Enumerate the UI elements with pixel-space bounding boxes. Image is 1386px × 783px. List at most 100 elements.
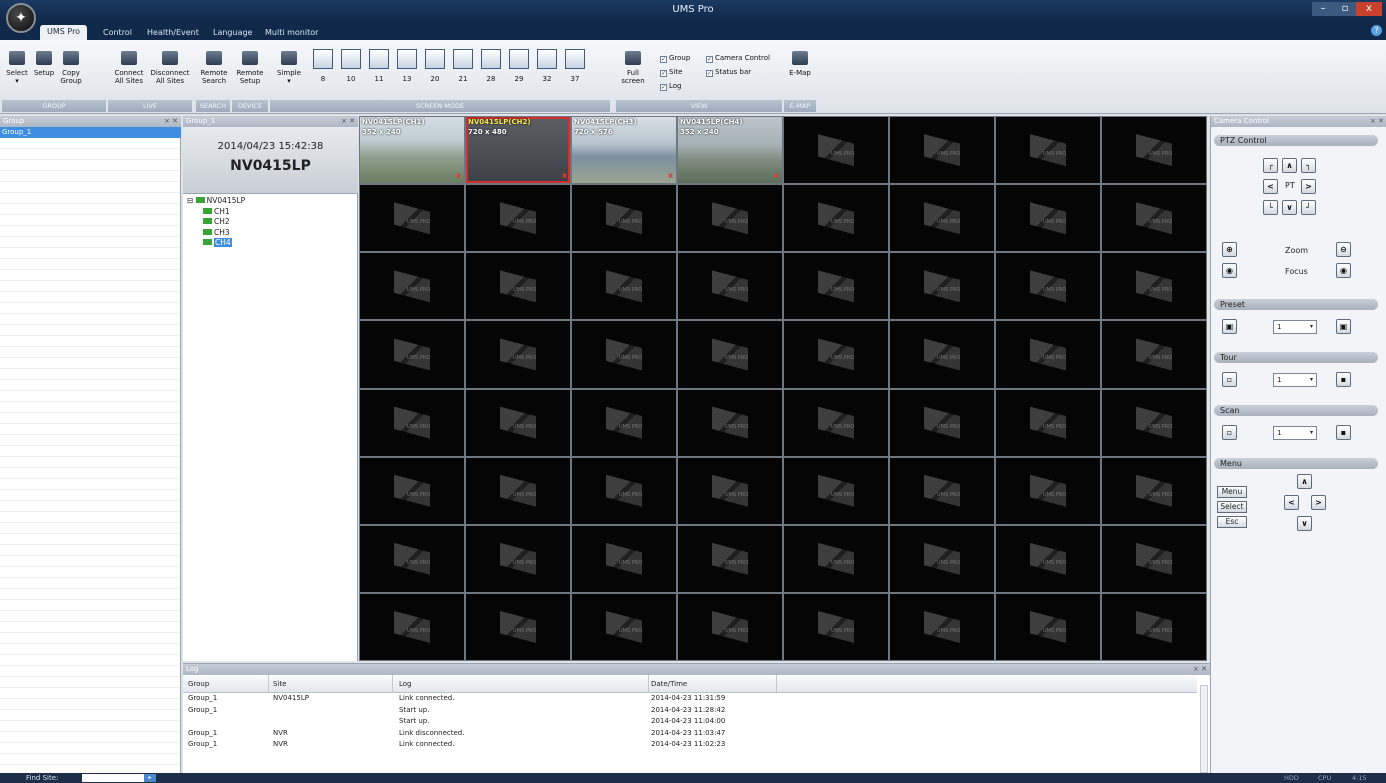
ptz-down-right-button[interactable]: ┘ bbox=[1301, 200, 1316, 215]
video-tile-empty[interactable]: UMS PRO bbox=[572, 593, 676, 660]
video-tile-empty[interactable]: UMS PRO bbox=[996, 593, 1100, 660]
menu-left-button[interactable]: < bbox=[1284, 495, 1299, 510]
video-tile-empty[interactable]: UMS PRO bbox=[360, 457, 464, 524]
video-tile-empty[interactable]: UMS PRO bbox=[572, 185, 676, 252]
video-tile-empty[interactable]: UMS PRO bbox=[1102, 457, 1206, 524]
tree-node-site[interactable]: ⊟ NV0415LP bbox=[187, 196, 245, 207]
video-tile-empty[interactable]: UMS PRO bbox=[1102, 593, 1206, 660]
emap-button[interactable]: E-Map bbox=[786, 43, 814, 101]
tree-node-ch2[interactable]: CH2 bbox=[187, 217, 245, 228]
video-tile-empty[interactable]: UMS PRO bbox=[784, 321, 888, 388]
video-tile-empty[interactable]: UMS PRO bbox=[678, 593, 782, 660]
video-tile-empty[interactable]: UMS PRO bbox=[678, 525, 782, 592]
tree-node-ch1[interactable]: CH1 bbox=[187, 207, 245, 218]
view-camera-control-checkbox[interactable]: ✓ Camera Control bbox=[706, 54, 770, 63]
menu-up-button[interactable]: ∧ bbox=[1297, 474, 1312, 489]
video-tile-empty[interactable]: UMS PRO bbox=[466, 593, 570, 660]
video-tile-empty[interactable]: UMS PRO bbox=[466, 457, 570, 524]
ptz-right-button[interactable]: > bbox=[1301, 179, 1316, 194]
ptz-down-left-button[interactable]: └ bbox=[1263, 200, 1278, 215]
ptz-left-button[interactable]: < bbox=[1263, 179, 1278, 194]
video-tile-empty[interactable]: UMS PRO bbox=[784, 389, 888, 456]
video-tile-empty[interactable]: UMS PRO bbox=[1102, 117, 1206, 184]
video-tile-empty[interactable]: UMS PRO bbox=[466, 253, 570, 320]
video-tile-empty[interactable]: UMS PRO bbox=[996, 525, 1100, 592]
log-row[interactable]: Group_1 Start up. 2014-04-23 11:28:42 bbox=[183, 705, 1197, 717]
help-icon[interactable]: ? bbox=[1371, 25, 1382, 36]
video-tile-empty[interactable]: UMS PRO bbox=[678, 185, 782, 252]
video-tile-empty[interactable]: UMS PRO bbox=[360, 593, 464, 660]
video-tile-empty[interactable]: UMS PRO bbox=[466, 389, 570, 456]
screen-mode-28[interactable]: 28 bbox=[478, 43, 504, 101]
video-tile-empty[interactable]: UMS PRO bbox=[890, 593, 994, 660]
video-tile-ch1[interactable]: NV0415LP(CH1) 352 x 240 R bbox=[360, 117, 464, 184]
video-tile-empty[interactable]: UMS PRO bbox=[360, 185, 464, 252]
video-tile-empty[interactable]: UMS PRO bbox=[784, 593, 888, 660]
video-tile-empty[interactable]: UMS PRO bbox=[890, 185, 994, 252]
screen-mode-10[interactable]: 10 bbox=[338, 43, 364, 101]
video-tile-empty[interactable]: UMS PRO bbox=[996, 389, 1100, 456]
menu-button[interactable]: Menu bbox=[1217, 486, 1247, 498]
pin-close-icon[interactable]: ⨯ ✕ bbox=[341, 116, 355, 127]
pin-close-icon[interactable]: ⨯ ✕ bbox=[1193, 664, 1207, 675]
video-tile-empty[interactable]: UMS PRO bbox=[678, 457, 782, 524]
video-tile-empty[interactable]: UMS PRO bbox=[996, 457, 1100, 524]
video-tile-empty[interactable]: UMS PRO bbox=[360, 525, 464, 592]
tab-control[interactable]: Control bbox=[96, 26, 139, 40]
video-tile-ch4[interactable]: NV0415LP(CH4) 352 x 240 R bbox=[678, 117, 782, 184]
video-tile-empty[interactable]: UMS PRO bbox=[360, 321, 464, 388]
log-row[interactable]: Group_1 NV0415LP Link connected. 2014-04-23… bbox=[183, 693, 1197, 705]
video-tile-empty[interactable]: UMS PRO bbox=[784, 185, 888, 252]
pin-close-icon[interactable]: ⨯ ✕ bbox=[1370, 116, 1384, 127]
video-tile-empty[interactable]: UMS PRO bbox=[1102, 185, 1206, 252]
close-button[interactable]: x bbox=[1356, 2, 1382, 16]
scan-start-button[interactable]: ▫ bbox=[1222, 425, 1237, 440]
video-tile-empty[interactable]: UMS PRO bbox=[996, 185, 1100, 252]
view-status-bar-checkbox[interactable]: ✓ Status bar bbox=[706, 68, 751, 77]
video-tile-ch2[interactable]: NV0415LP(CH2) 720 x 480 R bbox=[466, 117, 570, 184]
zoom-out-button[interactable]: ⊖ bbox=[1336, 242, 1351, 257]
video-tile-empty[interactable]: UMS PRO bbox=[360, 253, 464, 320]
video-tile-empty[interactable]: UMS PRO bbox=[466, 525, 570, 592]
video-tile-empty[interactable]: UMS PRO bbox=[678, 389, 782, 456]
scan-select[interactable]: 1 ▾ bbox=[1273, 426, 1317, 440]
pin-close-icon[interactable]: ⨯ ✕ bbox=[164, 116, 178, 127]
video-tile-empty[interactable]: UMS PRO bbox=[1102, 389, 1206, 456]
screen-mode-32[interactable]: 32 bbox=[534, 43, 560, 101]
find-go-button[interactable]: ▸ bbox=[144, 774, 156, 782]
preset-go-button[interactable]: ▣ bbox=[1336, 319, 1351, 334]
simple-mode-button[interactable]: Simple ▾ bbox=[272, 43, 306, 101]
video-tile-empty[interactable]: UMS PRO bbox=[996, 321, 1100, 388]
screen-mode-13[interactable]: 13 bbox=[394, 43, 420, 101]
ptz-down-button[interactable]: ∨ bbox=[1282, 200, 1297, 215]
tree-node-ch3[interactable]: CH3 bbox=[187, 228, 245, 239]
video-tile-empty[interactable]: UMS PRO bbox=[890, 117, 994, 184]
ptz-up-right-button[interactable]: ┐ bbox=[1301, 158, 1316, 173]
video-tile-empty[interactable]: UMS PRO bbox=[572, 525, 676, 592]
zoom-in-button[interactable]: ⊕ bbox=[1222, 242, 1237, 257]
ptz-up-button[interactable]: ∧ bbox=[1282, 158, 1297, 173]
video-tile-empty[interactable]: UMS PRO bbox=[890, 457, 994, 524]
screen-mode-11[interactable]: 11 bbox=[366, 43, 392, 101]
log-row[interactable]: Group_1 NVR Link disconnected. 2014-04-23 1… bbox=[183, 728, 1197, 740]
screen-mode-37[interactable]: 37 bbox=[562, 43, 588, 101]
copy-group-button[interactable]: Copy Group bbox=[58, 43, 84, 101]
video-tile-empty[interactable]: UMS PRO bbox=[572, 321, 676, 388]
setup-button[interactable]: Setup bbox=[32, 43, 56, 101]
log-col-log[interactable]: Log bbox=[393, 675, 649, 693]
connect-all-button[interactable]: Connect All Sites bbox=[110, 43, 148, 101]
disconnect-all-button[interactable]: Disconnect All Sites bbox=[150, 43, 190, 101]
video-tile-empty[interactable]: UMS PRO bbox=[572, 457, 676, 524]
view-site-checkbox[interactable]: ✓ Site bbox=[660, 68, 682, 77]
tab-ums-pro[interactable]: UMS Pro bbox=[40, 25, 88, 40]
menu-esc-button[interactable]: Esc bbox=[1217, 516, 1247, 528]
video-tile-empty[interactable]: UMS PRO bbox=[996, 253, 1100, 320]
tab-language[interactable]: Language bbox=[206, 26, 259, 40]
log-row[interactable]: Group_1 NVR Link connected. 2014-04-23 11:0… bbox=[183, 739, 1197, 751]
app-logo-icon[interactable]: ✦ bbox=[6, 3, 36, 33]
minimize-button[interactable]: – bbox=[1312, 2, 1334, 16]
log-scrollbar[interactable] bbox=[1200, 685, 1208, 773]
focus-far-button[interactable]: ◉ bbox=[1336, 263, 1351, 278]
log-col-group[interactable]: Group bbox=[183, 675, 269, 693]
video-tile-empty[interactable]: UMS PRO bbox=[678, 253, 782, 320]
